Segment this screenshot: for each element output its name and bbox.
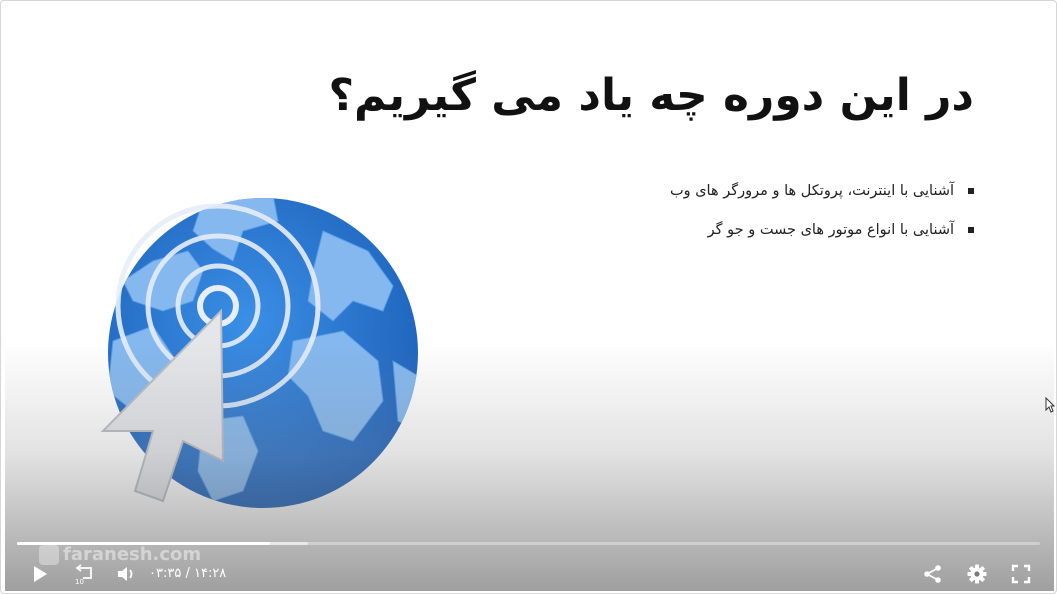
slide-title: در این دوره چه یاد می گیریم؟ [328,70,975,121]
settings-button[interactable] [965,561,989,587]
share-button[interactable] [921,561,945,587]
slide: در این دوره چه یاد می گیریم؟ آشنایی با ا… [5,5,1054,591]
time-display: ۰۳:۳۵ / ۱۴:۲۸ [149,566,226,582]
bullet-text: آشنایی با انواع موتور های جست و جو گر [707,222,954,238]
progress-bar[interactable] [17,542,1040,545]
mouse-pointer-icon [1045,397,1055,413]
volume-icon [118,567,133,581]
rewind-10-icon: 10 [75,564,92,585]
bullet-marker [968,227,974,233]
fullscreen-button[interactable] [1009,561,1033,587]
current-time: ۰۳:۳۵ [149,566,182,581]
rewind-button[interactable]: 10 [71,561,97,587]
globe-cursor-illustration [100,198,418,508]
time-separator: / [185,566,190,581]
fullscreen-icon [1011,564,1031,584]
bullet-item: آشنایی با انواع موتور های جست و جو گر [376,220,976,240]
play-button[interactable] [29,561,51,587]
duration: ۱۴:۲۸ [193,566,227,581]
played-range [17,542,270,545]
rewind-seconds: 10 [75,578,84,585]
bullet-list: آشنایی با اینترنت، پروتکل ها و مرورگر ها… [376,181,976,259]
gear-icon [967,564,987,584]
play-icon [34,566,47,582]
bullet-marker [968,188,974,194]
video-player[interactable]: در این دوره چه یاد می گیریم؟ آشنایی با ا… [0,0,1057,594]
bullet-text: آشنایی با اینترنت، پروتکل ها و مرورگر ها… [669,183,954,199]
bullet-item: آشنایی با اینترنت، پروتکل ها و مرورگر ها… [376,181,976,201]
control-bar: 10 ۰۳:۳۵ / ۱۴:۲۸ [1,557,1056,591]
volume-button[interactable] [115,561,137,587]
share-icon [924,565,941,583]
